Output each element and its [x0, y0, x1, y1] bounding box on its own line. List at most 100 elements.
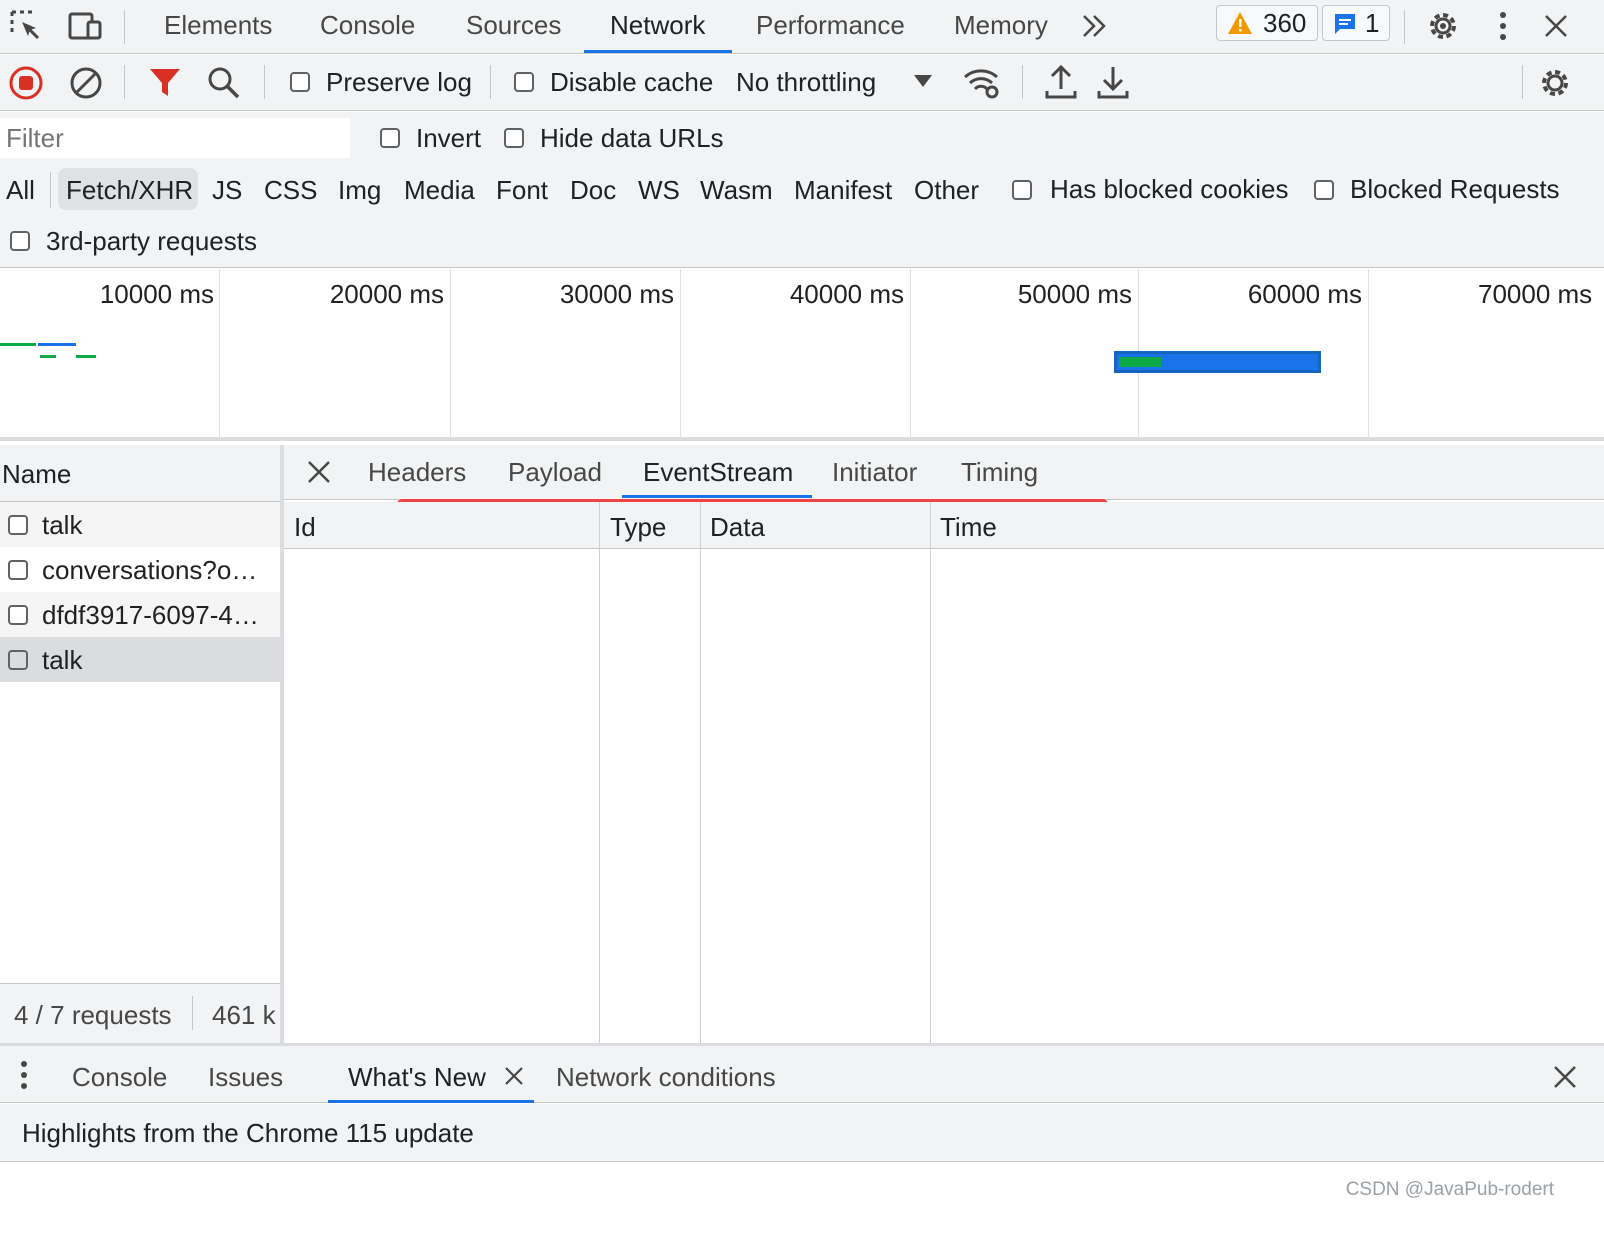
preserve-log-checkbox[interactable]	[290, 72, 310, 92]
settings-gear-icon[interactable]	[1424, 7, 1462, 45]
third-party-label: 3rd-party requests	[46, 226, 257, 256]
timeline-tick-label: 50000 ms	[1017, 279, 1132, 309]
request-row-name: talk	[42, 510, 83, 540]
request-row[interactable]: conversations?o…	[0, 547, 280, 592]
close-devtools-icon[interactable]	[1542, 12, 1570, 40]
messages-counter[interactable]: 1	[1322, 5, 1390, 41]
network-settings-gear-icon[interactable]	[1536, 64, 1574, 102]
search-icon[interactable]	[206, 65, 242, 101]
request-row-checkbox[interactable]	[8, 650, 28, 670]
hide-data-urls-checkbox[interactable]	[504, 128, 524, 148]
network-conditions-icon[interactable]	[962, 65, 1002, 101]
inspect-element-icon[interactable]	[8, 8, 44, 44]
filter-area: Invert Hide data URLs All Fetch/XHR JS C…	[0, 112, 1604, 268]
timeline-gridline	[450, 269, 451, 441]
tab-performance[interactable]: Performance	[756, 12, 905, 38]
waterfall-bar-green	[76, 355, 96, 358]
timeline-tick-label: 60000 ms	[1247, 279, 1362, 309]
type-filter-manifest[interactable]: Manifest	[794, 177, 892, 203]
drawer-tab-network-conditions[interactable]: Network conditions	[556, 1064, 776, 1090]
type-filter-doc[interactable]: Doc	[570, 177, 616, 203]
blocked-requests-checkbox[interactable]	[1314, 180, 1334, 200]
drawer-tab-whats-new[interactable]: What's New	[348, 1064, 486, 1090]
whats-new-highlights-text: Highlights from the Chrome 115 update	[22, 1118, 474, 1148]
request-row-selected[interactable]: talk	[0, 637, 280, 682]
drawer-tab-console[interactable]: Console	[72, 1064, 167, 1090]
tab-network-underline	[584, 50, 732, 53]
request-row-checkbox[interactable]	[8, 515, 28, 535]
third-party-checkbox[interactable]	[10, 231, 30, 251]
toolbar-divider	[490, 65, 491, 99]
type-filter-other[interactable]: Other	[914, 177, 979, 203]
close-drawer-icon[interactable]	[1552, 1064, 1578, 1090]
waterfall-bar-blue	[38, 343, 76, 346]
column-header-data[interactable]: Data	[710, 514, 765, 540]
tab-headers[interactable]: Headers	[368, 459, 466, 485]
column-header-name[interactable]: Name	[2, 461, 71, 487]
waterfall-bar-green	[40, 355, 56, 358]
has-blocked-cookies-checkbox[interactable]	[1012, 180, 1032, 200]
tab-eventstream[interactable]: EventStream	[643, 459, 793, 485]
column-header-type[interactable]: Type	[610, 514, 666, 540]
more-tabs-icon[interactable]	[1080, 12, 1110, 40]
timeline-tick-label: 10000 ms	[99, 279, 214, 309]
tab-timing[interactable]: Timing	[961, 459, 1038, 485]
type-filter-img[interactable]: Img	[338, 177, 381, 203]
type-filter-fetch-xhr[interactable]: Fetch/XHR	[66, 177, 193, 203]
tab-network[interactable]: Network	[610, 12, 705, 38]
request-row-checkbox[interactable]	[8, 605, 28, 625]
filter-funnel-icon[interactable]	[148, 65, 182, 99]
has-blocked-cookies-label: Has blocked cookies	[1050, 174, 1289, 204]
type-filter-css[interactable]: CSS	[264, 177, 317, 203]
summary-divider	[192, 996, 193, 1030]
toolbar-divider	[1522, 65, 1523, 99]
close-whats-new-icon[interactable]	[504, 1066, 524, 1086]
tab-sources[interactable]: Sources	[466, 12, 561, 38]
filter-input[interactable]	[0, 118, 350, 158]
import-har-icon[interactable]	[1044, 63, 1078, 101]
timeline-tick-label: 30000 ms	[559, 279, 674, 309]
watermark: CSDN @JavaPub-rodert	[1345, 1179, 1554, 1200]
whats-new-content: Highlights from the Chrome 115 update	[0, 1104, 1604, 1162]
warnings-counter[interactable]: 360	[1216, 5, 1318, 41]
timeline-gridline	[1368, 269, 1369, 441]
column-header-id[interactable]: Id	[294, 514, 316, 540]
network-toolbar: Preserve log Disable cache No throttling	[0, 55, 1604, 111]
tab-memory[interactable]: Memory	[954, 12, 1048, 38]
tab-eventstream-underline	[622, 495, 812, 498]
waterfall-bar-green	[0, 343, 36, 346]
tab-console[interactable]: Console	[320, 12, 415, 38]
type-filter-all[interactable]: All	[6, 177, 35, 203]
type-filter-js[interactable]: JS	[212, 177, 242, 203]
kebab-menu-icon[interactable]	[1496, 10, 1510, 42]
invert-checkbox[interactable]	[380, 128, 400, 148]
timeline-gridline	[219, 269, 220, 441]
tab-payload[interactable]: Payload	[508, 459, 602, 485]
clear-icon[interactable]	[68, 65, 104, 101]
record-stop-icon[interactable]	[8, 65, 44, 101]
request-row-name: conversations?o…	[42, 555, 258, 585]
chevron-down-icon[interactable]	[912, 73, 934, 89]
request-count-summary: 4 / 7 requests	[14, 1000, 172, 1030]
type-filter-ws[interactable]: WS	[638, 177, 680, 203]
type-filter-wasm[interactable]: Wasm	[700, 177, 773, 203]
export-har-icon[interactable]	[1096, 63, 1130, 101]
throttling-select[interactable]: No throttling	[736, 69, 876, 95]
disable-cache-checkbox[interactable]	[514, 72, 534, 92]
column-divider	[700, 502, 701, 1043]
type-filter-media[interactable]: Media	[404, 177, 475, 203]
column-divider	[930, 502, 931, 1043]
main-tab-bar: Elements Console Sources Network Perform…	[0, 0, 1604, 54]
close-detail-icon[interactable]	[306, 459, 332, 485]
message-count: 1	[1365, 8, 1380, 38]
request-row-checkbox[interactable]	[8, 560, 28, 580]
request-row[interactable]: dfdf3917-6097-4…	[0, 592, 280, 637]
device-toolbar-icon[interactable]	[66, 8, 106, 44]
tab-initiator[interactable]: Initiator	[832, 459, 917, 485]
drawer-menu-icon[interactable]	[18, 1060, 30, 1090]
type-filter-font[interactable]: Font	[496, 177, 548, 203]
tab-elements[interactable]: Elements	[164, 12, 272, 38]
drawer-tab-issues[interactable]: Issues	[208, 1064, 283, 1090]
column-header-time[interactable]: Time	[940, 514, 997, 540]
request-row[interactable]: talk	[0, 502, 280, 547]
